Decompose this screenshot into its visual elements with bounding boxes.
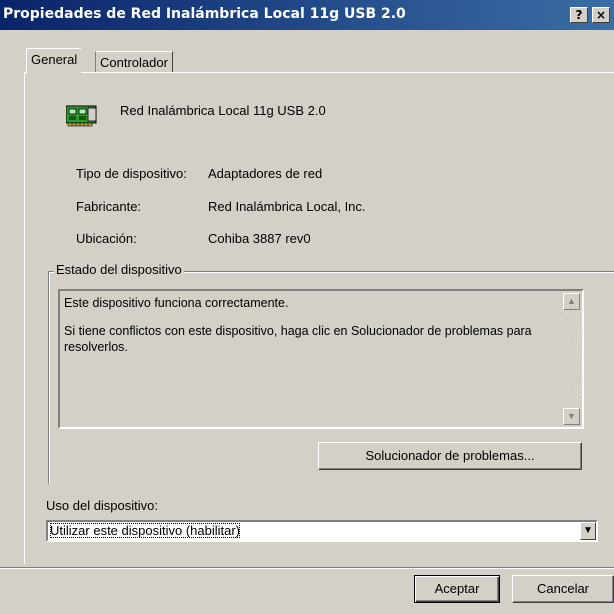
cancel-button[interactable]: Cancelar xyxy=(512,575,614,603)
tab-general[interactable]: General xyxy=(26,48,82,74)
device-usage-label: Uso del dispositivo: xyxy=(46,498,158,513)
network-card-icon xyxy=(65,102,100,128)
location-label: Ubicación: xyxy=(76,231,137,246)
manufacturer-label: Fabricante: xyxy=(76,199,142,214)
window-title: Propiedades de Red Inalámbrica Local 11g… xyxy=(3,6,406,22)
device-status-legend: Estado del dispositivo xyxy=(54,262,184,277)
ok-button[interactable]: Aceptar xyxy=(414,575,500,603)
properties-dialog: Propiedades de Red Inalámbrica Local 11g… xyxy=(0,0,614,614)
device-usage-value: Utilizar este dispositivo (habilitar) xyxy=(50,523,241,538)
close-button[interactable]: × xyxy=(592,7,610,23)
device-name: Red Inalámbrica Local 11g USB 2.0 xyxy=(120,103,326,118)
device-type-label: Tipo de dispositivo: xyxy=(76,166,187,181)
device-status-box[interactable]: Este dispositivo funciona correctamente.… xyxy=(58,289,584,429)
footer-separator xyxy=(0,567,614,569)
device-status-text: Este dispositivo funciona correctamente.… xyxy=(64,295,540,367)
title-bar[interactable]: Propiedades de Red Inalámbrica Local 11g… xyxy=(0,0,614,30)
tab-controlador-label: Controlador xyxy=(100,55,168,70)
tab-controlador[interactable]: Controlador xyxy=(95,51,173,72)
tab-general-label: General xyxy=(31,52,78,67)
status-scrollbar[interactable]: ▲ ▼ xyxy=(563,293,580,425)
location-value: Cohiba 3887 rev0 xyxy=(208,231,311,246)
scroll-down-icon[interactable]: ▼ xyxy=(563,408,580,425)
chevron-down-icon[interactable]: ▼ xyxy=(580,522,596,540)
status-line-1: Este dispositivo funciona correctamente. xyxy=(64,296,289,310)
status-line-2: Si tiene conflictos con este dispositivo… xyxy=(64,324,532,354)
device-type-value: Adaptadores de red xyxy=(208,166,323,181)
manufacturer-value: Red Inalámbrica Local, Inc. xyxy=(208,199,366,214)
help-button[interactable]: ? xyxy=(570,7,588,23)
scroll-up-icon[interactable]: ▲ xyxy=(563,293,580,310)
troubleshoot-button[interactable]: Solucionador de problemas... xyxy=(318,442,582,470)
device-usage-select[interactable]: Utilizar este dispositivo (habilitar) ▼ xyxy=(46,520,598,542)
